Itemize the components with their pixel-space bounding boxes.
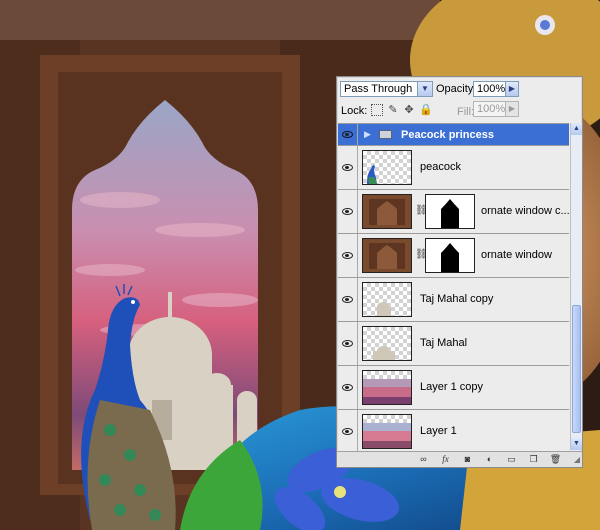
opacity-field[interactable]: 100% ▶ [473,81,519,97]
layer-name: ornate window [481,249,552,261]
layer-thumbnail [362,370,412,405]
lock-move-icon[interactable]: ✥ [403,104,415,116]
delete-layer-icon[interactable]: 🗑 [549,453,562,465]
visibility-toggle[interactable] [338,278,358,321]
resize-grip-icon[interactable]: ◢ [574,455,580,464]
layer-thumbnail [362,194,412,229]
panel-actions: ∞ fx ◙ ◐ ▭ ❐ 🗑 [417,453,562,465]
eye-icon [342,296,353,303]
layer-thumbnail [362,238,412,273]
lock-icons: ✎ ✥ 🔒 [371,104,433,116]
eye-icon [342,164,353,171]
layer-name: Layer 1 [420,425,457,437]
layer-mask-thumbnail[interactable] [425,238,475,273]
panel-bottom-bar: ∞ fx ◙ ◐ ▭ ❐ 🗑 ◢ [337,451,582,467]
layer-row-taj-mahal[interactable]: Taj Mahal [338,322,569,366]
fill-label: Fill: [457,106,475,118]
layer-thumbnail [362,150,412,185]
opacity-label: Opacity: [436,83,477,95]
visibility-toggle[interactable] [338,124,358,145]
lock-transparent-icon[interactable] [371,104,383,116]
layer-row-peacock[interactable]: peacock [338,146,569,190]
visibility-toggle[interactable] [338,234,358,277]
eye-icon [342,131,353,138]
layers-panel: Pass Through ▼ Opacity: 100% ▶ Lock: ✎ ✥… [336,76,583,468]
layer-name: Taj Mahal [420,337,468,349]
layer-thumbnail [362,282,412,317]
visibility-toggle[interactable] [338,410,358,451]
visibility-toggle[interactable] [338,146,358,189]
panel-options-row: Pass Through ▼ Opacity: 100% ▶ [337,77,582,101]
expand-triangle-icon[interactable]: ▶ [364,129,371,140]
layer-name: Layer 1 copy [420,381,483,393]
layer-thumbnail [362,414,412,449]
fill-value: 100% [477,103,506,115]
opacity-slider-icon[interactable]: ▶ [505,82,518,96]
layer-name: peacock [420,161,461,173]
layer-name: Peacock princess [401,129,494,141]
layer-mask-thumbnail[interactable] [425,194,475,229]
chain-link-icon[interactable]: ⛓ [415,249,428,261]
scroll-down-icon[interactable]: ▼ [571,438,582,450]
new-group-icon[interactable]: ▭ [505,453,518,465]
visibility-toggle[interactable] [338,322,358,365]
layer-row-taj-mahal-copy[interactable]: Taj Mahal copy [338,278,569,322]
add-mask-icon[interactable]: ◙ [461,453,474,465]
eye-icon [342,208,353,215]
chevron-down-icon[interactable]: ▼ [417,82,432,96]
layer-row-peacock-princess[interactable]: ▶ Peacock princess [338,124,569,146]
visibility-toggle[interactable] [338,366,358,409]
layer-row-ornate-window-copy[interactable]: ⛓ ornate window c... [338,190,569,234]
layer-list: ▶ Peacock princess peacock ⛓ ornate wind… [338,123,569,451]
eye-icon [342,340,353,347]
fill-slider-icon[interactable]: ▶ [505,102,518,116]
layer-list-scrollbar[interactable]: ▲ ▼ [570,123,582,450]
layer-style-icon[interactable]: fx [439,453,452,465]
eye-icon [342,428,353,435]
layer-row-ornate-window[interactable]: ⛓ ornate window [338,234,569,278]
blend-mode-value: Pass Through [344,83,413,95]
chain-link-icon[interactable]: ⛓ [415,205,428,217]
new-layer-icon[interactable]: ❐ [527,453,540,465]
layer-thumbnail [362,326,412,361]
blend-mode-select[interactable]: Pass Through ▼ [340,81,433,97]
eye-icon [342,252,353,259]
lock-label: Lock: [341,105,368,117]
lock-paint-icon[interactable]: ✎ [387,104,399,116]
layer-name: Taj Mahal copy [420,293,494,305]
lock-all-icon[interactable]: 🔒 [419,104,433,116]
scroll-thumb[interactable] [572,305,581,433]
layer-row-layer-1-copy[interactable]: Layer 1 copy [338,366,569,410]
opacity-value: 100% [477,83,506,95]
layer-row-layer-1[interactable]: Layer 1 [338,410,569,451]
adjustment-layer-icon[interactable]: ◐ [483,453,496,465]
eye-icon [342,384,353,391]
lock-row: Lock: ✎ ✥ 🔒 Fill: [337,101,582,121]
layer-name: ornate window c... [481,205,569,217]
link-layers-icon[interactable]: ∞ [417,453,430,465]
visibility-toggle[interactable] [338,190,358,233]
scroll-up-icon[interactable]: ▲ [571,123,582,135]
folder-icon [379,130,392,139]
fill-field[interactable]: 100% ▶ [473,101,519,117]
